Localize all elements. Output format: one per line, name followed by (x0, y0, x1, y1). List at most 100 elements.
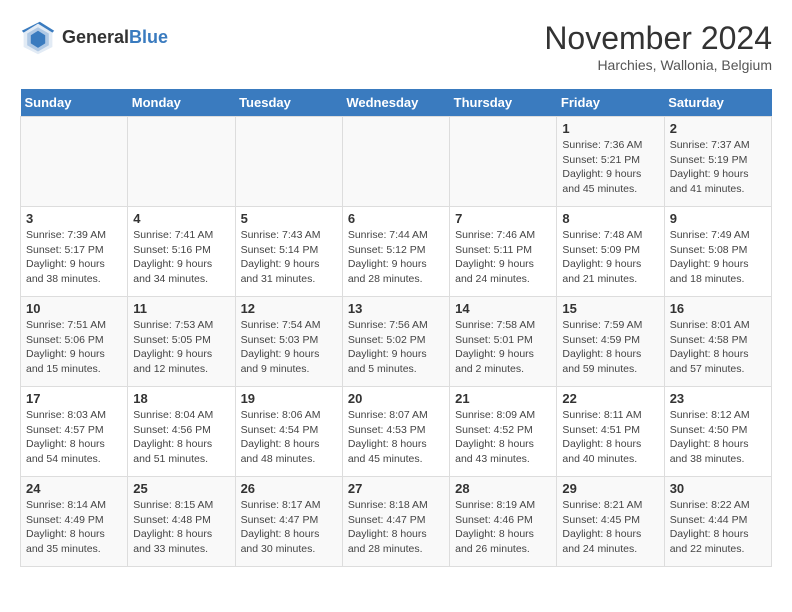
day-cell: 1 Sunrise: 7:36 AM Sunset: 5:21 PM Daylig… (557, 117, 664, 207)
day-info: Sunrise: 8:11 AM Sunset: 4:51 PM Dayligh… (562, 408, 658, 467)
day-number: 1 (562, 121, 658, 136)
day-cell: 30 Sunrise: 8:22 AM Sunset: 4:44 PM Dayli… (664, 477, 771, 567)
day-info: Sunrise: 8:15 AM Sunset: 4:48 PM Dayligh… (133, 498, 229, 557)
day-cell: 2Sunrise: 7:37 AM Sunset: 5:19 PM Daylig… (664, 117, 771, 207)
day-number: 5 (241, 211, 337, 226)
week-row-4: 17 Sunrise: 8:03 AM Sunset: 4:57 PM Dayli… (21, 387, 772, 477)
day-number: 11 (133, 301, 229, 316)
calendar-table: SundayMondayTuesdayWednesdayThursdayFrid… (20, 89, 772, 567)
logo-general: General (62, 27, 129, 47)
day-info: Sunrise: 8:22 AM Sunset: 4:44 PM Dayligh… (670, 498, 766, 557)
day-cell: 3 Sunrise: 7:39 AM Sunset: 5:17 PM Daylig… (21, 207, 128, 297)
day-cell (235, 117, 342, 207)
header: GeneralBlue November 2024 Harchies, Wall… (20, 20, 772, 73)
day-number: 30 (670, 481, 766, 496)
day-info: Sunrise: 7:59 AM Sunset: 4:59 PM Dayligh… (562, 318, 658, 377)
day-number: 20 (348, 391, 444, 406)
day-number: 26 (241, 481, 337, 496)
day-number: 18 (133, 391, 229, 406)
day-number: 15 (562, 301, 658, 316)
day-number: 8 (562, 211, 658, 226)
header-row: SundayMondayTuesdayWednesdayThursdayFrid… (21, 89, 772, 117)
day-cell: 28Sunrise: 8:19 AM Sunset: 4:46 PM Dayli… (450, 477, 557, 567)
day-number: 25 (133, 481, 229, 496)
day-cell: 15 Sunrise: 7:59 AM Sunset: 4:59 PM Dayli… (557, 297, 664, 387)
header-cell-wednesday: Wednesday (342, 89, 449, 117)
header-cell-monday: Monday (128, 89, 235, 117)
day-cell: 8 Sunrise: 7:48 AM Sunset: 5:09 PM Daylig… (557, 207, 664, 297)
day-cell: 16 Sunrise: 8:01 AM Sunset: 4:58 PM Dayli… (664, 297, 771, 387)
day-info: Sunrise: 8:12 AM Sunset: 4:50 PM Dayligh… (670, 408, 766, 467)
day-info: Sunrise: 8:07 AM Sunset: 4:53 PM Dayligh… (348, 408, 444, 467)
day-cell: 22 Sunrise: 8:11 AM Sunset: 4:51 PM Dayli… (557, 387, 664, 477)
day-cell: 29 Sunrise: 8:21 AM Sunset: 4:45 PM Dayli… (557, 477, 664, 567)
day-cell: 4Sunrise: 7:41 AM Sunset: 5:16 PM Daylig… (128, 207, 235, 297)
day-cell: 10Sunrise: 7:51 AM Sunset: 5:06 PM Dayli… (21, 297, 128, 387)
header-cell-sunday: Sunday (21, 89, 128, 117)
day-info: Sunrise: 8:21 AM Sunset: 4:45 PM Dayligh… (562, 498, 658, 557)
day-number: 14 (455, 301, 551, 316)
title-block: November 2024 Harchies, Wallonia, Belgiu… (544, 20, 772, 73)
day-number: 9 (670, 211, 766, 226)
logo: GeneralBlue (20, 20, 168, 56)
day-cell: 24Sunrise: 8:14 AM Sunset: 4:49 PM Dayli… (21, 477, 128, 567)
day-cell: 17 Sunrise: 8:03 AM Sunset: 4:57 PM Dayli… (21, 387, 128, 477)
day-info: Sunrise: 7:56 AM Sunset: 5:02 PM Dayligh… (348, 318, 444, 377)
day-cell: 7Sunrise: 7:46 AM Sunset: 5:11 PM Daylig… (450, 207, 557, 297)
day-info: Sunrise: 8:01 AM Sunset: 4:58 PM Dayligh… (670, 318, 766, 377)
day-info: Sunrise: 7:37 AM Sunset: 5:19 PM Dayligh… (670, 138, 766, 197)
day-number: 27 (348, 481, 444, 496)
day-info: Sunrise: 7:41 AM Sunset: 5:16 PM Dayligh… (133, 228, 229, 287)
header-cell-saturday: Saturday (664, 89, 771, 117)
day-cell: 26 Sunrise: 8:17 AM Sunset: 4:47 PM Dayli… (235, 477, 342, 567)
day-cell: 11 Sunrise: 7:53 AM Sunset: 5:05 PM Dayli… (128, 297, 235, 387)
day-info: Sunrise: 7:43 AM Sunset: 5:14 PM Dayligh… (241, 228, 337, 287)
day-info: Sunrise: 7:36 AM Sunset: 5:21 PM Dayligh… (562, 138, 658, 197)
logo-icon (20, 20, 56, 56)
day-cell (450, 117, 557, 207)
day-info: Sunrise: 7:49 AM Sunset: 5:08 PM Dayligh… (670, 228, 766, 287)
day-cell: 20 Sunrise: 8:07 AM Sunset: 4:53 PM Dayli… (342, 387, 449, 477)
day-cell: 13 Sunrise: 7:56 AM Sunset: 5:02 PM Dayli… (342, 297, 449, 387)
calendar-header: SundayMondayTuesdayWednesdayThursdayFrid… (21, 89, 772, 117)
day-number: 7 (455, 211, 551, 226)
day-number: 16 (670, 301, 766, 316)
day-info: Sunrise: 7:58 AM Sunset: 5:01 PM Dayligh… (455, 318, 551, 377)
day-number: 23 (670, 391, 766, 406)
day-info: Sunrise: 7:53 AM Sunset: 5:05 PM Dayligh… (133, 318, 229, 377)
day-cell (342, 117, 449, 207)
logo-text: GeneralBlue (62, 27, 168, 49)
week-row-5: 24Sunrise: 8:14 AM Sunset: 4:49 PM Dayli… (21, 477, 772, 567)
day-cell: 27Sunrise: 8:18 AM Sunset: 4:47 PM Dayli… (342, 477, 449, 567)
day-number: 6 (348, 211, 444, 226)
day-number: 21 (455, 391, 551, 406)
day-cell: 12Sunrise: 7:54 AM Sunset: 5:03 PM Dayli… (235, 297, 342, 387)
day-number: 13 (348, 301, 444, 316)
day-info: Sunrise: 7:39 AM Sunset: 5:17 PM Dayligh… (26, 228, 122, 287)
day-cell: 19Sunrise: 8:06 AM Sunset: 4:54 PM Dayli… (235, 387, 342, 477)
calendar-body: 1 Sunrise: 7:36 AM Sunset: 5:21 PM Daylig… (21, 117, 772, 567)
day-number: 22 (562, 391, 658, 406)
subtitle: Harchies, Wallonia, Belgium (544, 57, 772, 73)
day-info: Sunrise: 8:17 AM Sunset: 4:47 PM Dayligh… (241, 498, 337, 557)
day-info: Sunrise: 7:54 AM Sunset: 5:03 PM Dayligh… (241, 318, 337, 377)
day-cell: 21 Sunrise: 8:09 AM Sunset: 4:52 PM Dayli… (450, 387, 557, 477)
week-row-2: 3 Sunrise: 7:39 AM Sunset: 5:17 PM Daylig… (21, 207, 772, 297)
day-info: Sunrise: 7:48 AM Sunset: 5:09 PM Dayligh… (562, 228, 658, 287)
day-info: Sunrise: 8:19 AM Sunset: 4:46 PM Dayligh… (455, 498, 551, 557)
day-info: Sunrise: 8:09 AM Sunset: 4:52 PM Dayligh… (455, 408, 551, 467)
week-row-3: 10Sunrise: 7:51 AM Sunset: 5:06 PM Dayli… (21, 297, 772, 387)
day-cell: 23 Sunrise: 8:12 AM Sunset: 4:50 PM Dayli… (664, 387, 771, 477)
day-cell: 6 Sunrise: 7:44 AM Sunset: 5:12 PM Daylig… (342, 207, 449, 297)
day-cell: 14 Sunrise: 7:58 AM Sunset: 5:01 PM Dayli… (450, 297, 557, 387)
day-number: 17 (26, 391, 122, 406)
day-info: Sunrise: 8:03 AM Sunset: 4:57 PM Dayligh… (26, 408, 122, 467)
day-cell: 25 Sunrise: 8:15 AM Sunset: 4:48 PM Dayli… (128, 477, 235, 567)
day-info: Sunrise: 8:04 AM Sunset: 4:56 PM Dayligh… (133, 408, 229, 467)
day-number: 29 (562, 481, 658, 496)
day-number: 3 (26, 211, 122, 226)
day-info: Sunrise: 7:44 AM Sunset: 5:12 PM Dayligh… (348, 228, 444, 287)
day-number: 10 (26, 301, 122, 316)
day-info: Sunrise: 8:14 AM Sunset: 4:49 PM Dayligh… (26, 498, 122, 557)
day-info: Sunrise: 8:06 AM Sunset: 4:54 PM Dayligh… (241, 408, 337, 467)
